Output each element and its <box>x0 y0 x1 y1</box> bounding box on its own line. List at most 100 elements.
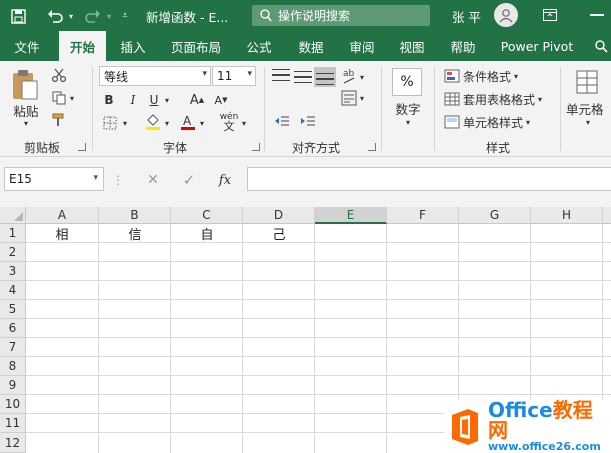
cancel-entry-button[interactable]: ✕ <box>140 170 166 190</box>
column-header-i[interactable] <box>603 207 611 224</box>
enter-entry-button[interactable]: ✓ <box>176 170 202 190</box>
redo-icon[interactable] <box>82 6 104 26</box>
tab-insert[interactable]: 插入 <box>112 31 154 61</box>
align-right-icon[interactable] <box>316 90 334 106</box>
formula-input[interactable] <box>247 167 611 191</box>
cell-a1[interactable]: 相 <box>26 224 98 243</box>
cut-icon[interactable] <box>50 66 68 84</box>
underline-button[interactable]: U <box>145 91 163 109</box>
fill-color-dropdown-icon[interactable]: ▾ <box>163 118 171 128</box>
decrease-indent-icon[interactable] <box>272 113 292 131</box>
column-header-c[interactable]: C <box>171 207 243 224</box>
avatar[interactable] <box>494 3 518 27</box>
save-icon[interactable] <box>8 6 28 26</box>
cell-styles-button[interactable]: 单元格样式 ▾ <box>444 114 530 130</box>
merge-dropdown-icon[interactable]: ▾ <box>358 93 366 103</box>
percent-icon[interactable]: % <box>392 68 422 96</box>
number-format-button[interactable]: 数字 <box>392 101 424 117</box>
font-color-dropdown-icon[interactable]: ▾ <box>198 118 206 128</box>
tab-home[interactable]: 开始 <box>59 31 106 61</box>
tab-power-pivot[interactable]: Power Pivot <box>498 31 576 61</box>
underline-dropdown-icon[interactable]: ▾ <box>163 95 171 105</box>
font-name-combo[interactable]: 等线 ▾ <box>99 66 211 86</box>
tab-page-layout[interactable]: 页面布局 <box>166 31 226 61</box>
borders-dropdown-icon[interactable]: ▾ <box>121 118 129 128</box>
row-header-11[interactable]: 11 <box>0 414 26 433</box>
row-header-9[interactable]: 9 <box>0 376 26 395</box>
insert-function-button[interactable]: fx <box>212 170 238 190</box>
row-header-6[interactable]: 6 <box>0 319 26 338</box>
tab-review[interactable]: 审阅 <box>341 31 383 61</box>
fill-color-icon[interactable] <box>143 112 163 132</box>
tab-data[interactable]: 数据 <box>290 31 332 61</box>
undo-dropdown-icon[interactable]: ▾ <box>66 8 76 24</box>
top-align-icon[interactable] <box>272 67 290 83</box>
row-header-1[interactable]: 1 <box>0 224 26 243</box>
borders-icon[interactable] <box>100 114 120 132</box>
tab-view[interactable]: 视图 <box>391 31 433 61</box>
format-painter-icon[interactable] <box>50 111 68 129</box>
row-header-4[interactable]: 4 <box>0 281 26 300</box>
undo-icon[interactable] <box>44 6 66 26</box>
grow-font-button[interactable]: A ▲ <box>188 91 206 109</box>
phonetic-guide-button[interactable]: wén 文 <box>218 111 240 133</box>
user-name[interactable]: 张 平 <box>452 6 481 26</box>
row-header-3[interactable]: 3 <box>0 262 26 281</box>
bold-button[interactable]: B <box>100 91 118 109</box>
shrink-font-button[interactable]: A ▼ <box>212 91 230 109</box>
column-header-h[interactable]: H <box>531 207 603 224</box>
row-header-10[interactable]: 10 <box>0 395 26 414</box>
orientation-dropdown-icon[interactable]: ▾ <box>358 72 366 82</box>
row-header-7[interactable]: 7 <box>0 338 26 357</box>
row-header-8[interactable]: 8 <box>0 357 26 376</box>
bottom-align-icon[interactable] <box>314 67 336 87</box>
redo-dropdown-icon[interactable]: ▾ <box>104 8 114 24</box>
column-header-b[interactable]: B <box>99 207 171 224</box>
ribbon-display-options-icon[interactable] <box>542 8 558 22</box>
row-header-12[interactable]: 12 <box>0 433 26 453</box>
name-box[interactable]: E15 ▾ <box>4 167 104 191</box>
customize-quick-access-icon[interactable]: ⩡ <box>118 8 132 24</box>
cells-button[interactable]: 单元格 <box>566 101 611 117</box>
format-as-table-button[interactable]: 套用表格格式 ▾ <box>444 91 542 107</box>
more-options-icon[interactable]: ⋮ <box>112 171 124 189</box>
align-center-icon[interactable] <box>294 90 312 106</box>
italic-button[interactable]: I <box>124 91 142 109</box>
alignment-launcher-icon[interactable] <box>368 143 376 151</box>
tab-help[interactable]: 帮助 <box>442 31 484 61</box>
column-header-g[interactable]: G <box>459 207 531 224</box>
cell-d1[interactable]: 己 <box>243 224 315 243</box>
orientation-icon[interactable]: ab <box>340 66 358 86</box>
cells-icon[interactable] <box>572 67 602 97</box>
font-size-combo[interactable]: 11 ▾ <box>212 66 256 86</box>
cell-b1[interactable]: 信 <box>99 224 171 243</box>
copy-dropdown-icon[interactable]: ▾ <box>68 93 76 103</box>
cells-dropdown-icon[interactable]: ▾ <box>582 117 594 127</box>
column-header-d[interactable]: D <box>243 207 315 224</box>
select-all-button[interactable] <box>0 207 26 224</box>
increase-indent-icon[interactable] <box>298 113 318 131</box>
conditional-formatting-button[interactable]: 条件格式 ▾ <box>444 68 518 84</box>
paste-dropdown-icon[interactable]: ▾ <box>20 118 32 128</box>
column-header-e[interactable]: E <box>315 207 387 224</box>
number-dropdown-icon[interactable]: ▾ <box>402 117 414 127</box>
minimize-icon[interactable] <box>590 14 604 16</box>
tab-file[interactable]: 文件 <box>6 31 48 61</box>
tab-formulas[interactable]: 公式 <box>238 31 280 61</box>
column-header-f[interactable]: F <box>387 207 459 224</box>
row-header-2[interactable]: 2 <box>0 243 26 262</box>
phonetic-dropdown-icon[interactable]: ▾ <box>240 118 248 128</box>
paste-button[interactable]: 粘贴 <box>10 103 42 119</box>
wrap-text-icon[interactable] <box>340 89 358 107</box>
font-launcher-icon[interactable] <box>252 143 260 151</box>
paste-icon[interactable] <box>8 67 42 103</box>
cell-c1[interactable]: 自 <box>171 224 243 243</box>
align-left-icon[interactable] <box>272 90 290 106</box>
tell-me-search[interactable]: 操作说明搜索 <box>252 5 430 26</box>
column-header-a[interactable]: A <box>26 207 99 224</box>
middle-align-icon[interactable] <box>294 69 312 85</box>
copy-icon[interactable] <box>50 89 68 107</box>
row-header-5[interactable]: 5 <box>0 300 26 319</box>
clipboard-launcher-icon[interactable] <box>78 143 86 151</box>
font-color-icon[interactable]: A <box>178 112 198 132</box>
